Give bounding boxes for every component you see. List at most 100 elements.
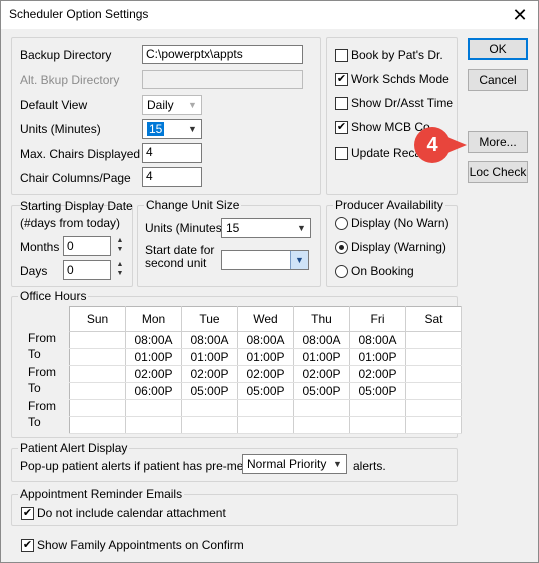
spin-down-icon[interactable]: ▼ — [113, 245, 127, 254]
days-label: Days — [20, 264, 48, 278]
unit-size-units-label: Units (Minutes) — [145, 221, 226, 235]
hours-cell[interactable]: 08:00A — [349, 331, 406, 349]
hours-cell[interactable] — [69, 331, 126, 349]
hours-cell[interactable] — [405, 365, 462, 383]
hours-cell[interactable] — [237, 399, 294, 417]
max-chairs-input[interactable]: 4 — [142, 143, 202, 163]
show-dr-asst-time-checkbox[interactable] — [335, 97, 348, 110]
hours-cell[interactable] — [69, 382, 126, 400]
close-icon[interactable]: ✕ — [508, 4, 532, 26]
starting-display-date-subtitle: (#days from today) — [20, 216, 121, 230]
hours-cell[interactable] — [69, 416, 126, 434]
table-row: 01:00P 01:00P 01:00P 01:00P 01:00P — [69, 348, 462, 366]
hours-cell[interactable] — [349, 399, 406, 417]
hours-cell[interactable] — [237, 416, 294, 434]
hours-cell[interactable] — [69, 399, 126, 417]
hours-cell[interactable] — [293, 399, 350, 417]
hours-cell[interactable]: 08:00A — [181, 331, 238, 349]
hours-cell[interactable] — [181, 416, 238, 434]
alert-priority-select[interactable]: Normal Priority ▼ — [242, 454, 347, 474]
header-row: Sun Mon Tue Wed Thu Fri Sat — [69, 306, 462, 332]
default-view-value: Daily — [147, 98, 174, 112]
show-mcb-checkbox[interactable]: ✔ — [335, 121, 348, 134]
unit-size-units-value: 15 — [226, 221, 240, 235]
spin-up-icon[interactable]: ▲ — [113, 236, 127, 245]
hours-cell[interactable]: 08:00A — [125, 331, 182, 349]
starting-display-date-title: Starting Display Date — [20, 199, 133, 213]
alt-backup-directory-input[interactable] — [142, 70, 303, 89]
more-button[interactable]: More... — [468, 131, 528, 153]
cancel-button[interactable]: Cancel — [468, 69, 528, 91]
start-date-picker[interactable]: ▼ — [221, 250, 309, 270]
spin-up-icon[interactable]: ▲ — [113, 260, 127, 269]
hours-cell[interactable]: 08:00A — [237, 331, 294, 349]
hours-cell[interactable]: 08:00A — [293, 331, 350, 349]
hours-cell[interactable]: 05:00P — [181, 382, 238, 400]
hours-cell[interactable] — [405, 331, 462, 349]
row-label: From — [28, 399, 56, 413]
chair-columns-input[interactable]: 4 — [142, 167, 202, 187]
display-no-warn-label: Display (No Warn) — [351, 216, 449, 230]
day-header: Sun — [69, 306, 126, 332]
on-booking-label: On Booking — [351, 264, 414, 278]
ok-button[interactable]: OK — [468, 38, 528, 60]
default-view-select[interactable]: Daily ▼ — [142, 95, 202, 115]
chevron-down-icon: ▼ — [188, 100, 197, 110]
hours-cell[interactable] — [181, 399, 238, 417]
hours-cell[interactable]: 02:00P — [181, 365, 238, 383]
hours-cell[interactable] — [293, 416, 350, 434]
start-date-label-line1: Start date for — [145, 243, 215, 257]
units-minutes-select[interactable]: 15 ▼ — [142, 119, 202, 139]
spin-down-icon[interactable]: ▼ — [113, 269, 127, 278]
producer-availability-title: Producer Availability — [333, 198, 445, 212]
hours-cell[interactable] — [405, 399, 462, 417]
hours-cell[interactable]: 05:00P — [349, 382, 406, 400]
months-spinner[interactable]: 0 ▲ ▼ — [63, 236, 127, 256]
days-spinner[interactable]: 0 ▲ ▼ — [63, 260, 127, 280]
hours-cell[interactable]: 06:00P — [125, 382, 182, 400]
hours-cell[interactable]: 02:00P — [349, 365, 406, 383]
hours-cell[interactable] — [69, 348, 126, 366]
row-label: From — [28, 331, 56, 345]
display-no-warn-radio[interactable] — [335, 217, 348, 230]
hours-cell[interactable]: 02:00P — [293, 365, 350, 383]
hours-cell[interactable] — [405, 382, 462, 400]
hours-cell[interactable]: 01:00P — [349, 348, 406, 366]
hours-cell[interactable] — [125, 399, 182, 417]
backup-directory-label: Backup Directory — [20, 48, 112, 62]
days-input[interactable]: 0 — [63, 260, 111, 280]
backup-directory-input[interactable]: C:\powerptx\appts — [142, 45, 303, 64]
work-schds-mode-checkbox[interactable]: ✔ — [335, 73, 348, 86]
loc-check-button[interactable]: Loc Check — [468, 161, 528, 183]
hours-cell[interactable]: 01:00P — [237, 348, 294, 366]
alt-backup-directory-label: Alt. Bkup Directory — [20, 73, 120, 87]
hours-cell[interactable]: 01:00P — [181, 348, 238, 366]
on-booking-radio[interactable] — [335, 265, 348, 278]
months-input[interactable]: 0 — [63, 236, 111, 256]
display-warning-radio[interactable] — [335, 241, 348, 254]
hours-cell[interactable] — [69, 365, 126, 383]
update-recall-checkbox[interactable] — [335, 147, 348, 160]
hours-cell[interactable] — [125, 416, 182, 434]
hours-cell[interactable]: 02:00P — [125, 365, 182, 383]
hours-cell[interactable] — [349, 416, 406, 434]
book-by-pats-dr-checkbox[interactable] — [335, 49, 348, 62]
calendar-dropdown-icon[interactable]: ▼ — [290, 251, 308, 269]
show-family-appointments-checkbox[interactable]: ✔ — [21, 539, 34, 552]
no-calendar-attachment-label: Do not include calendar attachment — [37, 506, 226, 520]
hours-cell[interactable]: 01:00P — [125, 348, 182, 366]
table-row — [69, 399, 462, 417]
row-label: To — [28, 381, 41, 395]
hours-cell[interactable]: 05:00P — [293, 382, 350, 400]
units-minutes-label: Units (Minutes) — [20, 122, 101, 136]
hours-cell[interactable]: 02:00P — [237, 365, 294, 383]
row-label: To — [28, 415, 41, 429]
hours-cell[interactable] — [405, 348, 462, 366]
hours-cell[interactable]: 01:00P — [293, 348, 350, 366]
chair-columns-label: Chair Columns/Page — [20, 171, 131, 185]
day-header: Tue — [181, 306, 238, 332]
hours-cell[interactable] — [405, 416, 462, 434]
unit-size-units-select[interactable]: 15 ▼ — [221, 218, 311, 238]
no-calendar-attachment-checkbox[interactable]: ✔ — [21, 507, 34, 520]
hours-cell[interactable]: 05:00P — [237, 382, 294, 400]
